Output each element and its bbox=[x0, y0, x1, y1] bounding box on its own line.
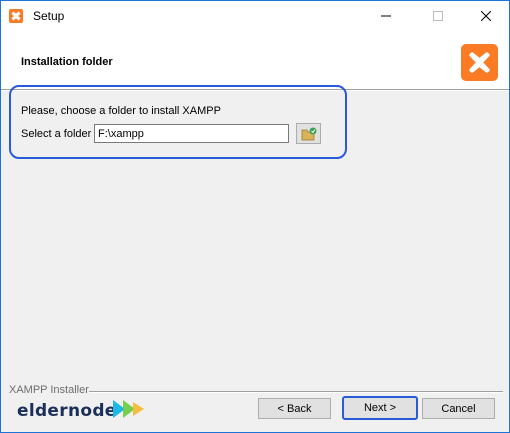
eldernode-mark-icon bbox=[111, 398, 147, 423]
setup-window: Setup Installation folder Please, choose… bbox=[0, 0, 510, 433]
eldernode-logo: eldernode bbox=[17, 401, 117, 421]
page-header: Installation folder bbox=[1, 31, 509, 89]
folder-selection-group bbox=[9, 85, 347, 159]
back-button[interactable]: < Back bbox=[258, 398, 331, 419]
footer-divider bbox=[89, 391, 503, 393]
installer-label: XAMPP Installer bbox=[9, 384, 89, 396]
maximize-button[interactable] bbox=[415, 1, 461, 31]
folder-label: Select a folder bbox=[21, 128, 92, 140]
window-title: Setup bbox=[33, 9, 65, 23]
instruction-text: Please, choose a folder to install XAMPP bbox=[21, 105, 221, 117]
xampp-app-icon bbox=[9, 9, 23, 23]
close-icon bbox=[481, 11, 491, 21]
folder-path-input[interactable] bbox=[94, 124, 289, 143]
close-button[interactable] bbox=[463, 1, 509, 31]
minimize-button[interactable] bbox=[363, 1, 409, 31]
cancel-button[interactable]: Cancel bbox=[422, 398, 495, 419]
next-button[interactable]: Next > bbox=[342, 396, 418, 420]
title-bar[interactable]: Setup bbox=[1, 1, 509, 31]
browse-folder-button[interactable] bbox=[296, 123, 321, 144]
xampp-logo-icon bbox=[461, 44, 498, 81]
folder-browse-icon bbox=[301, 127, 316, 140]
page-title: Installation folder bbox=[21, 56, 113, 68]
